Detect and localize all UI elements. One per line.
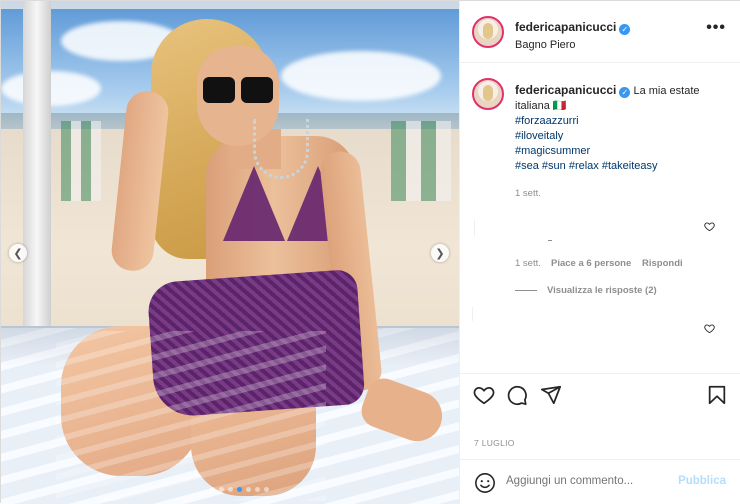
- bookmark-icon[interactable]: [706, 384, 730, 408]
- post-actions: [460, 373, 740, 423]
- carousel-dot: [255, 487, 260, 492]
- header-user: federicapanicucci ✓ Bagno Piero: [515, 18, 631, 51]
- hashtag[interactable]: #magicsummer: [515, 144, 730, 159]
- view-replies-button[interactable]: Visualizza le risposte (2): [515, 285, 657, 296]
- replies-divider: [515, 289, 537, 291]
- carousel-dot: [246, 487, 251, 492]
- crochet-skirt: [146, 268, 366, 419]
- post-photo[interactable]: ❮ ❯: [1, 1, 459, 504]
- carousel-dot: [264, 487, 269, 492]
- share-icon[interactable]: [540, 384, 564, 408]
- hashtag-line: #sea #sun #relax #takeiteasy: [515, 159, 730, 174]
- comment-likes[interactable]: Piace a 6 persone: [551, 258, 631, 269]
- cloud: [281, 51, 441, 101]
- reply-button[interactable]: Rispondi: [642, 258, 683, 269]
- comment-input[interactable]: [506, 475, 666, 487]
- post-modal: ❮ ❯ federicapanicucci ✓ Bagno Piero ••• f…: [0, 0, 740, 504]
- cabana: [61, 121, 101, 201]
- caption-avatar[interactable]: [472, 78, 504, 110]
- location[interactable]: Bagno Piero: [515, 39, 630, 51]
- heart-icon[interactable]: [704, 221, 715, 235]
- post-header: federicapanicucci ✓ Bagno Piero •••: [460, 1, 740, 63]
- comment-text-placeholder: [548, 240, 552, 241]
- chevron-left-icon: ❮: [13, 247, 23, 260]
- hashtag[interactable]: #sun: [542, 160, 566, 172]
- publish-button[interactable]: Pubblica: [678, 475, 726, 487]
- verified-icon: ✓: [619, 87, 631, 98]
- cloud: [1, 71, 101, 106]
- cabana: [391, 121, 451, 201]
- carousel-dot: [210, 487, 215, 492]
- post-sidebar: federicapanicucci ✓ Bagno Piero ••• feder…: [459, 1, 740, 504]
- caption-username[interactable]: federicapanicucci: [515, 83, 616, 97]
- carousel-dot: [237, 487, 242, 492]
- avatar[interactable]: [472, 16, 504, 48]
- more-icon[interactable]: •••: [706, 19, 726, 37]
- sunglasses: [201, 71, 279, 105]
- hashtag[interactable]: #relax: [569, 160, 599, 172]
- comment-icon[interactable]: [506, 384, 530, 408]
- canopy-pole: [23, 1, 51, 346]
- hashtag[interactable]: #forzaazzurri: [515, 114, 730, 129]
- next-photo-button[interactable]: ❯: [431, 244, 449, 262]
- caption-time: 1 sett.: [515, 188, 541, 199]
- caption: federicapanicucci ✓ La mia estate italian…: [515, 83, 730, 201]
- hashtag[interactable]: #iloveitaly: [515, 129, 730, 144]
- canopy-beam: [1, 1, 459, 9]
- heart-icon[interactable]: [473, 384, 497, 408]
- heart-icon[interactable]: [704, 323, 715, 337]
- view-replies-label: Visualizza le risposte (2): [547, 285, 657, 296]
- emoji-icon[interactable]: [474, 472, 496, 499]
- hashtag[interactable]: #sea: [515, 160, 539, 172]
- chevron-right-icon: ❯: [435, 247, 445, 260]
- carousel-dots: [210, 487, 269, 492]
- comment-avatar-placeholder: [474, 219, 477, 237]
- prev-photo-button[interactable]: ❮: [9, 244, 27, 262]
- comment-bar: Pubblica: [460, 459, 740, 504]
- carousel-dot: [228, 487, 233, 492]
- comment-avatar-placeholder: [472, 307, 475, 321]
- username[interactable]: federicapanicucci: [515, 20, 616, 34]
- comment-time: 1 sett.: [515, 258, 541, 269]
- verified-icon: ✓: [619, 24, 631, 35]
- post-date: 7 LUGLIO: [474, 438, 515, 448]
- carousel-dot: [219, 487, 224, 492]
- hashtag[interactable]: #takeiteasy: [602, 160, 658, 172]
